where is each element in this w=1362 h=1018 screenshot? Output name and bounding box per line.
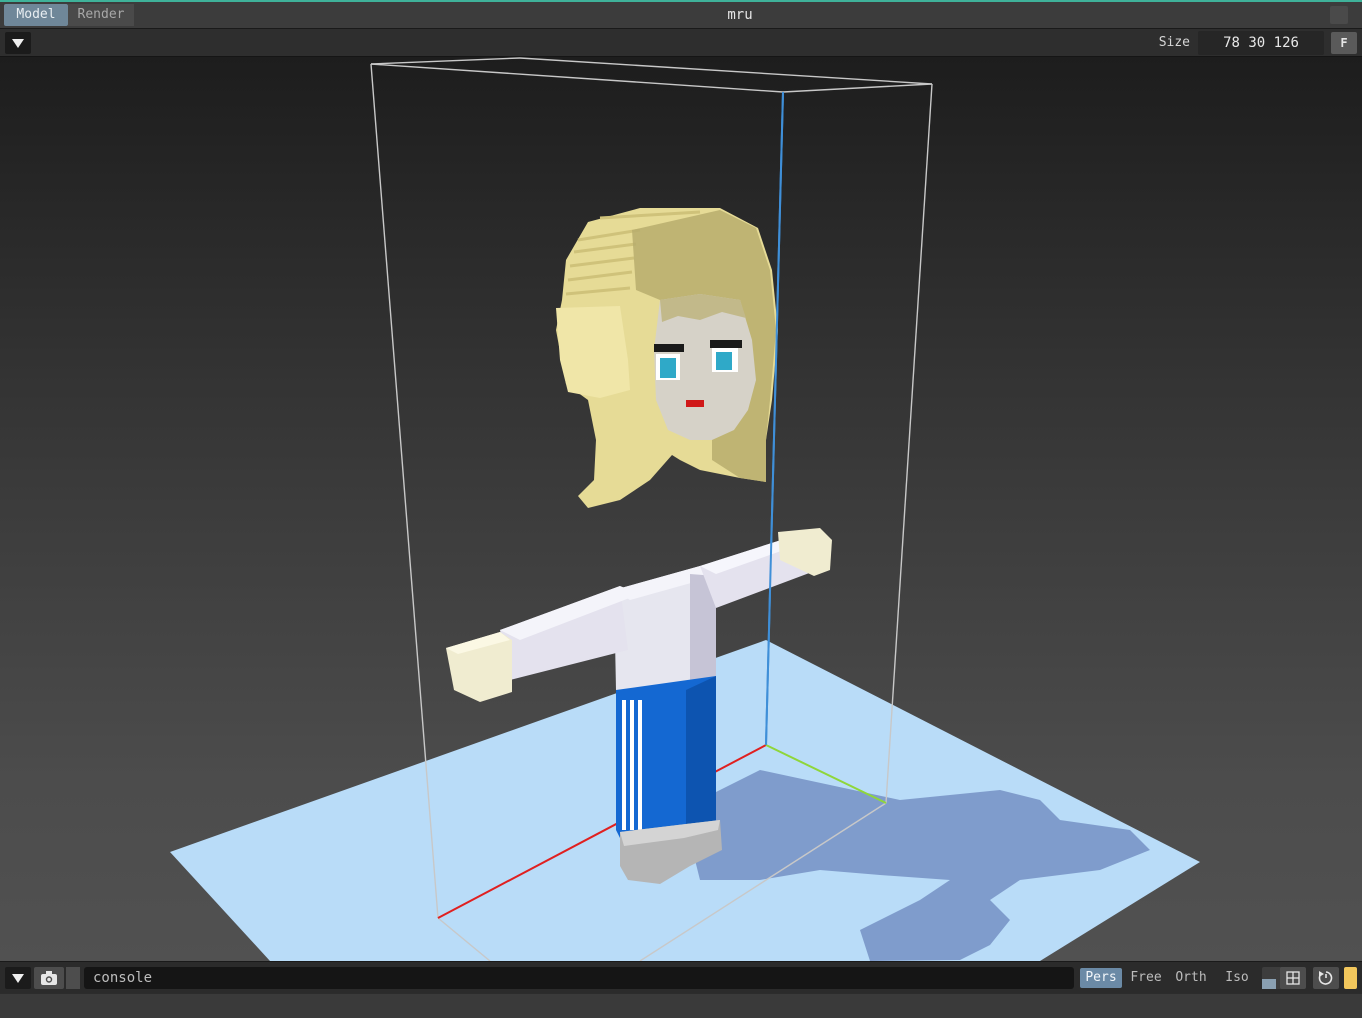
size-label: Size: [1158, 35, 1190, 50]
tab-render[interactable]: Render: [68, 4, 134, 26]
projection-free[interactable]: Free: [1126, 968, 1166, 988]
camera-options-button[interactable]: [66, 967, 80, 989]
fit-button[interactable]: F: [1331, 32, 1357, 54]
projection-orth[interactable]: Orth: [1170, 968, 1212, 988]
color-swatch[interactable]: [1344, 967, 1357, 989]
voxel-scene[interactable]: [0, 57, 1362, 961]
camera-icon[interactable]: [34, 967, 64, 989]
tab-model[interactable]: Model: [4, 4, 68, 26]
projection-pers[interactable]: Pers: [1080, 968, 1122, 988]
console-toggle-icon[interactable]: [5, 967, 31, 989]
projection-iso[interactable]: Iso: [1218, 968, 1256, 988]
model-toolbar: Size 78 30 126 F: [0, 28, 1362, 57]
3d-viewport[interactable]: [0, 57, 1362, 961]
rotate-icon[interactable]: [1313, 967, 1339, 989]
window-button[interactable]: [1330, 6, 1348, 24]
document-title: mru: [727, 7, 753, 23]
menu-toggle-icon[interactable]: [5, 32, 31, 54]
console-bar: Pers Free Orth Iso: [0, 961, 1362, 993]
console-input[interactable]: [84, 967, 1074, 989]
grid-icon[interactable]: [1280, 967, 1306, 989]
status-bar: [0, 993, 1362, 1018]
size-input[interactable]: 78 30 126: [1198, 31, 1324, 55]
title-bar: Model Render mru: [0, 0, 1362, 28]
